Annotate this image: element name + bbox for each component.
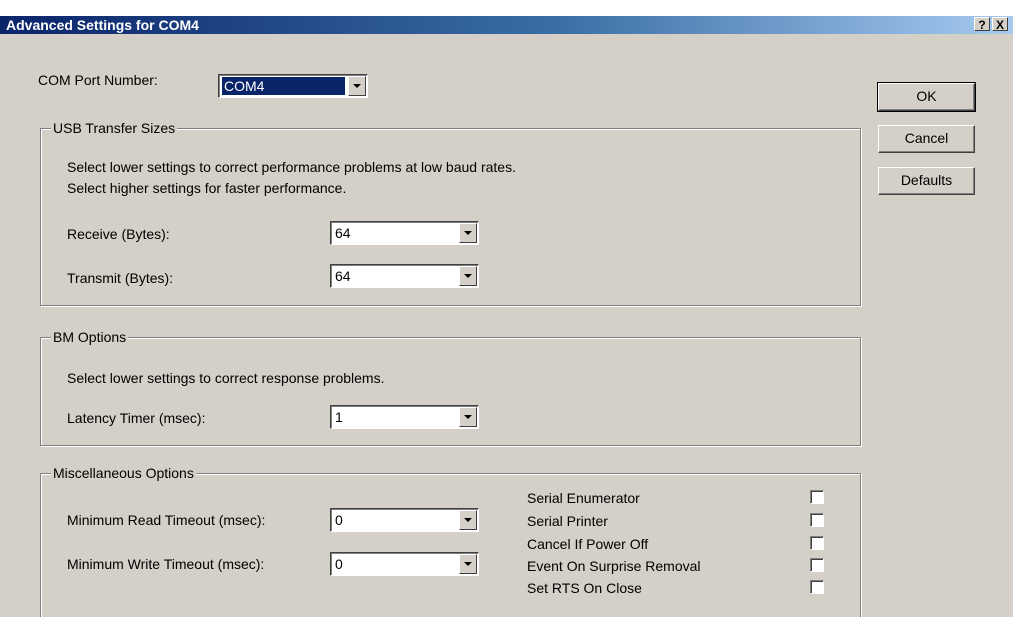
bm-options-desc: Select lower settings to correct respons… <box>67 370 385 386</box>
write-timeout-value: 0 <box>335 556 343 572</box>
bm-options-group: BM Options Select lower settings to corr… <box>40 329 861 446</box>
chevron-down-icon[interactable] <box>459 554 477 574</box>
chevron-down-icon[interactable] <box>348 76 366 96</box>
cancel-if-power-off-checkbox[interactable] <box>810 536 824 550</box>
com-port-value: COM4 <box>222 77 345 95</box>
com-port-select[interactable]: COM4 <box>218 74 368 98</box>
set-rts-on-close-label: Set RTS On Close <box>527 580 642 596</box>
event-on-surprise-removal-label: Event On Surprise Removal <box>527 558 701 574</box>
serial-printer-checkbox[interactable] <box>810 513 824 527</box>
event-on-surprise-removal-checkbox[interactable] <box>810 558 824 572</box>
help-button[interactable]: ? <box>974 17 990 32</box>
window-title: Advanced Settings for COM4 <box>6 17 199 33</box>
usb-transfer-group: USB Transfer Sizes Select lower settings… <box>40 120 861 306</box>
transmit-value: 64 <box>335 268 351 284</box>
latency-label: Latency Timer (msec): <box>67 410 206 426</box>
read-timeout-select[interactable]: 0 <box>330 508 479 532</box>
usb-transfer-desc-1: Select lower settings to correct perform… <box>67 159 516 175</box>
latency-value: 1 <box>335 409 343 425</box>
write-timeout-select[interactable]: 0 <box>330 552 479 576</box>
read-timeout-value: 0 <box>335 512 343 528</box>
serial-printer-label: Serial Printer <box>527 513 608 529</box>
cancel-if-power-off-label: Cancel If Power Off <box>527 536 649 552</box>
chevron-down-icon[interactable] <box>459 407 477 427</box>
bm-options-legend: BM Options <box>51 329 129 345</box>
serial-enumerator-checkbox[interactable] <box>810 490 824 504</box>
title-bar: Advanced Settings for COM4 ? X <box>0 0 1013 34</box>
transmit-label: Transmit (Bytes): <box>67 270 174 286</box>
receive-label: Receive (Bytes): <box>67 226 170 242</box>
read-timeout-label: Minimum Read Timeout (msec): <box>67 512 266 528</box>
serial-enumerator-label: Serial Enumerator <box>527 490 640 506</box>
transmit-select[interactable]: 64 <box>330 264 479 288</box>
chevron-down-icon[interactable] <box>459 266 477 286</box>
chevron-down-icon[interactable] <box>459 510 477 530</box>
ok-button[interactable]: OK <box>877 82 976 112</box>
cancel-button[interactable]: Cancel <box>878 125 975 153</box>
chevron-down-icon[interactable] <box>459 223 477 243</box>
usb-transfer-desc-2: Select higher settings for faster perfor… <box>67 180 347 196</box>
latency-select[interactable]: 1 <box>330 405 479 429</box>
misc-options-group: Miscellaneous Options Minimum Read Timeo… <box>40 465 861 617</box>
usb-transfer-legend: USB Transfer Sizes <box>51 120 178 136</box>
com-port-label: COM Port Number: <box>38 72 158 88</box>
defaults-button[interactable]: Defaults <box>878 167 975 195</box>
receive-select[interactable]: 64 <box>330 221 479 245</box>
set-rts-on-close-checkbox[interactable] <box>810 580 824 594</box>
close-button[interactable]: X <box>992 17 1008 32</box>
receive-value: 64 <box>335 225 351 241</box>
misc-options-legend: Miscellaneous Options <box>51 465 196 481</box>
write-timeout-label: Minimum Write Timeout (msec): <box>67 556 265 572</box>
